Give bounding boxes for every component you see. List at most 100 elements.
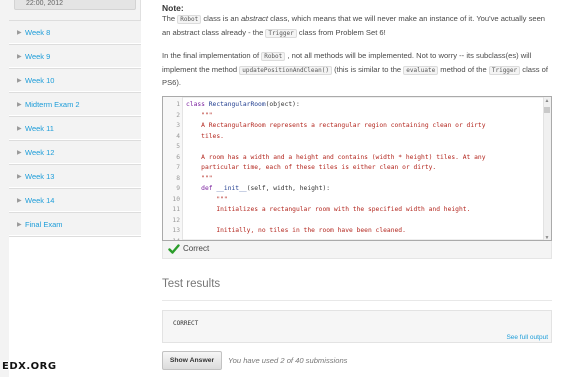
line-number: 3 <box>176 122 180 129</box>
keyword-token: class <box>186 101 209 108</box>
test-results-heading: Test results <box>162 278 221 290</box>
edx-watermark: EDX.ORG <box>2 361 57 372</box>
note-paragraph-2: In the final implementation of Robot , n… <box>162 50 552 90</box>
sidebar-item-label: Week 13 <box>25 172 55 181</box>
chevron-right-icon: ▶ <box>17 222 22 228</box>
line-number: 10 <box>172 195 180 203</box>
sidebar-item-week-14[interactable]: ▶ Week 14 <box>9 188 141 212</box>
code-line-content: tiles. <box>186 132 224 143</box>
inline-code-trigger: Trigger <box>265 28 297 38</box>
inline-code-trigger: Trigger <box>488 65 521 75</box>
code-line-content: """ <box>186 111 213 122</box>
code-line-content: Initially, no tiles in the room have bee… <box>186 226 406 237</box>
identifier-token: RectangularRoom <box>208 101 266 108</box>
sidebar-item-week-9[interactable]: ▶ Week 9 <box>9 44 141 68</box>
string-token: Initially, no tiles in the room have bee… <box>186 227 406 234</box>
test-output-box: CORRECT See full output <box>162 310 552 343</box>
text-span: The <box>162 14 178 23</box>
emphasis-abstract: abstract <box>240 14 268 23</box>
sidebar-item-week-11[interactable]: ▶ Week 11 <box>9 116 141 140</box>
string-token: A room has a width and a height and cont… <box>186 153 486 161</box>
sidebar-item-label: Week 14 <box>25 196 55 205</box>
string-token: """ <box>186 195 228 203</box>
keyword-token: def <box>186 185 217 192</box>
see-full-output-link[interactable]: See full output <box>506 334 548 341</box>
string-token: """ <box>186 174 213 182</box>
correct-label: Correct <box>183 244 210 253</box>
string-token: tiles. <box>186 132 224 140</box>
sidebar-item-week-8[interactable]: ▶ Week 8 <box>9 20 141 44</box>
string-token: particular time, each of these tiles is … <box>186 164 437 171</box>
code-line-content: A RectangularRoom represents a rectangul… <box>186 121 486 132</box>
sidebar-item-label: Week 12 <box>25 148 55 157</box>
editor-scrollbar[interactable]: ▲ ▼ <box>543 97 551 240</box>
inline-code-robot: Robot <box>177 15 202 24</box>
sidebar-item-week-13[interactable]: ▶ Week 13 <box>9 164 141 188</box>
plain-token: (self, width, height): <box>246 185 331 192</box>
sidebar-empty-area <box>9 236 141 377</box>
scroll-thumb[interactable] <box>544 107 550 113</box>
line-number: 9 <box>176 185 180 192</box>
chevron-right-icon: ▶ <box>17 174 22 180</box>
line-number: 2 <box>176 111 180 119</box>
line-number: 5 <box>176 143 180 150</box>
inline-code-update-method: updatePositionAndClean() <box>239 65 332 75</box>
identifier-token: __init__ <box>216 185 247 192</box>
line-number: 6 <box>176 153 180 161</box>
chevron-right-icon: ▶ <box>17 54 22 60</box>
inline-code-robot: Robot <box>261 52 286 61</box>
line-number: 11 <box>172 206 180 213</box>
sidebar-item-week-10[interactable]: ▶ Week 10 <box>9 68 141 92</box>
result-status-bar: Correct <box>162 241 552 259</box>
text-span: method of the <box>438 64 489 74</box>
code-line-content: particular time, each of these tiles is … <box>186 163 436 174</box>
submissions-count-text: You have used 2 of 40 submissions <box>228 356 348 365</box>
sidebar-item-label: Final Exam <box>25 220 63 229</box>
string-token: Initializes a rectangular room with the … <box>186 206 471 213</box>
line-number: 4 <box>176 132 180 140</box>
checkmark-icon <box>168 244 180 254</box>
course-sidebar: 22:00, 2012 ▶ Week 8 ▶ Week 9 ▶ Week 10 ▶ Midte… <box>0 0 141 377</box>
chevron-right-icon: ▶ <box>17 198 22 204</box>
show-answer-button[interactable]: Show Answer <box>162 351 222 370</box>
inline-code-evaluate: evaluate <box>403 65 439 75</box>
test-output-text: CORRECT <box>173 320 199 327</box>
line-number: 7 <box>176 164 180 171</box>
note-title: Note: <box>162 3 184 13</box>
text-span: class is an <box>201 14 241 23</box>
sidebar-date-label: 22:00, 2012 <box>14 0 136 10</box>
code-line-content: A room has a width and a height and cont… <box>186 153 486 164</box>
plain-token: (object): <box>265 101 300 108</box>
sidebar-item-week-12[interactable]: ▶ Week 12 <box>9 140 141 164</box>
sidebar-item-midterm-exam-2[interactable]: ▶ Midterm Exam 2 <box>9 92 141 116</box>
note-paragraph-1: The Robot class is an abstract class, wh… <box>162 13 552 40</box>
code-line-content: """ <box>186 174 213 185</box>
sidebar-item-label: Week 11 <box>25 124 54 133</box>
sidebar-item-label: Week 8 <box>25 28 51 37</box>
sidebar-item-label: Week 9 <box>25 52 51 61</box>
chevron-right-icon: ▶ <box>17 150 22 156</box>
sidebar-item-label: Week 10 <box>25 76 55 85</box>
code-line-content: Initializes a rectangular room with the … <box>186 205 470 216</box>
chevron-right-icon: ▶ <box>17 30 22 36</box>
code-line-content: """ <box>186 195 228 206</box>
scroll-up-arrow-icon[interactable]: ▲ <box>544 98 550 104</box>
chevron-right-icon: ▶ <box>17 78 22 84</box>
text-span: (this is similar to the <box>331 64 404 74</box>
line-number: 1 <box>176 101 180 108</box>
line-number: 12 <box>172 216 180 224</box>
chevron-right-icon: ▶ <box>17 126 22 132</box>
chevron-right-icon: ▶ <box>17 102 22 108</box>
string-token: A RectangularRoom represents a rectangul… <box>186 122 486 129</box>
code-line-content: class RectangularRoom(object): <box>186 100 300 111</box>
sidebar-item-final-exam[interactable]: ▶ Final Exam <box>9 212 141 236</box>
line-number: 8 <box>176 174 180 182</box>
text-span: In the final implementation of <box>162 51 262 60</box>
text-span: class from Problem Set 6! <box>296 27 386 37</box>
sidebar-week-list: ▶ Week 8 ▶ Week 9 ▶ Week 10 ▶ Midterm Exam 2 ▶ We… <box>9 20 141 236</box>
line-number: 13 <box>172 227 180 234</box>
divider <box>162 300 552 301</box>
string-token: """ <box>186 111 213 119</box>
code-editor[interactable]: 1 class RectangularRoom(object): 2 """ 3 A … <box>162 96 552 241</box>
sidebar-item-label: Midterm Exam 2 <box>25 100 80 109</box>
